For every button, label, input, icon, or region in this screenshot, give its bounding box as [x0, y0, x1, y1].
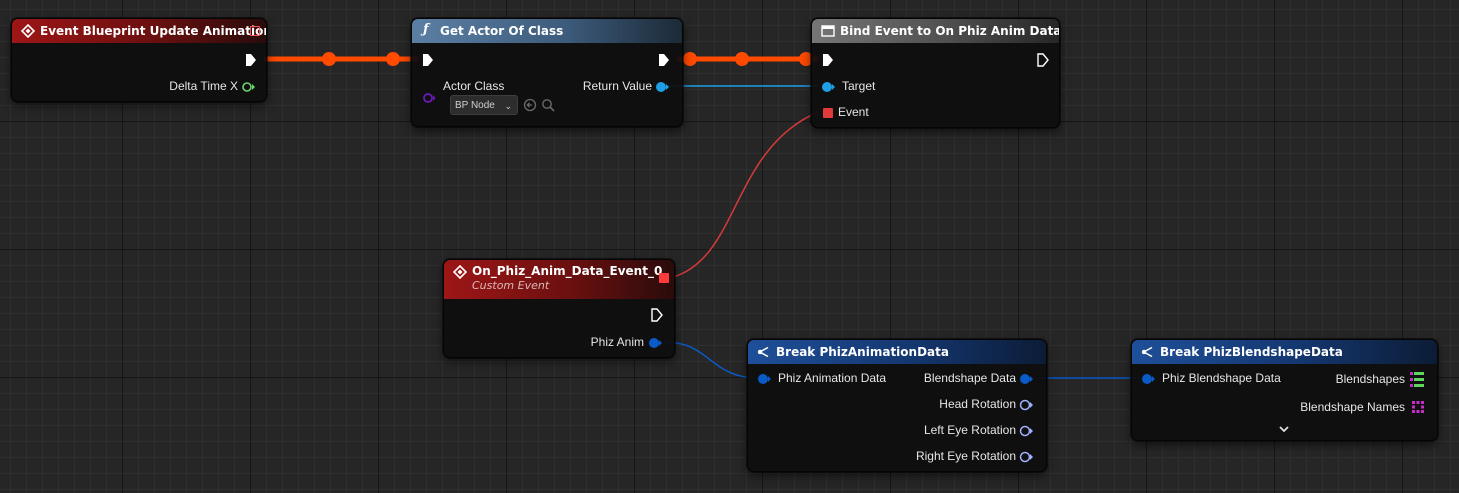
blendshapes-label: Blendshapes	[1335, 372, 1405, 386]
break-phiz-animation-data-node[interactable]: Break PhizAnimationData Phiz Animation D…	[747, 339, 1047, 472]
chevron-down-icon: ⌄	[504, 101, 512, 111]
struct-input-pin[interactable]	[1141, 373, 1156, 385]
class-input-pin[interactable]	[422, 92, 436, 104]
object-output-pin[interactable]	[655, 81, 670, 93]
left-eye-rotation-label: Left Eye Rotation	[923, 423, 1016, 437]
node-title: On_Phiz_Anim_Data_Event_0	[472, 264, 663, 278]
event-label: Event	[838, 105, 869, 119]
blendshape-data-label: Blendshape Data	[923, 371, 1016, 385]
node-title: Break PhizBlendshapeData	[1160, 345, 1343, 359]
expand-pins-chevron-icon[interactable]	[1278, 425, 1290, 433]
struct-output-pin[interactable]	[648, 337, 663, 349]
exec-input-pin[interactable]	[822, 53, 834, 67]
event-diamond-icon	[453, 265, 467, 279]
rotator-output-pin[interactable]	[1019, 425, 1034, 437]
phiz-blendshape-data-label: Phiz Blendshape Data	[1162, 371, 1281, 385]
delegate-output-pin[interactable]	[659, 273, 669, 283]
right-eye-rotation-label: Right Eye Rotation	[915, 449, 1016, 463]
node-title: Event Blueprint Update Animation	[40, 24, 267, 38]
delegate-output-pin[interactable]	[250, 26, 260, 36]
event-diamond-icon	[21, 24, 35, 38]
node-header[interactable]: Event Blueprint Update Animation	[12, 19, 266, 43]
delta-time-label: Delta Time X	[169, 79, 238, 93]
exec-input-pin[interactable]	[422, 53, 434, 67]
exec-output-pin[interactable]	[658, 53, 670, 67]
actor-class-dropdown[interactable]: BP Node ⌄	[450, 95, 518, 115]
head-rotation-label: Head Rotation	[939, 397, 1016, 411]
exec-output-pin-empty[interactable]	[1037, 53, 1049, 67]
custom-event-node[interactable]: On_Phiz_Anim_Data_Event_0 Custom Event P…	[443, 259, 675, 358]
blendshape-names-label: Blendshape Names	[1300, 400, 1405, 414]
name-array-output-pin[interactable]	[1412, 401, 1424, 413]
break-struct-icon	[757, 346, 769, 358]
phiz-anim-label: Phiz Anim	[590, 335, 644, 349]
rotator-output-pin[interactable]	[1019, 399, 1034, 411]
struct-wire-anim-to-break[interactable]	[664, 341, 759, 379]
exec-output-pin-empty[interactable]	[651, 308, 663, 322]
break-phiz-blendshape-data-node[interactable]: Break PhizBlendshapeData Phiz Blendshape…	[1131, 339, 1438, 441]
node-header[interactable]: Bind Event to On Phiz Anim Data	[812, 19, 1059, 43]
phiz-animation-data-label: Phiz Animation Data	[778, 371, 887, 385]
node-header[interactable]: Break PhizBlendshapeData	[1132, 340, 1437, 364]
exec-output-pin[interactable]	[245, 53, 257, 67]
node-subtitle: Custom Event	[472, 279, 550, 292]
delegate-input-pin[interactable]	[823, 108, 833, 118]
node-header[interactable]: ƒ Get Actor Of Class	[412, 19, 682, 43]
delegate-wire-event-to-bind[interactable]	[669, 111, 819, 279]
actor-class-label: Actor Class	[443, 79, 505, 93]
exec-wire-knot[interactable]	[322, 52, 336, 66]
exec-wire-knot[interactable]	[386, 52, 400, 66]
use-selected-asset-icon[interactable]	[523, 98, 537, 112]
return-value-label: Return Value	[582, 79, 652, 93]
float-output-pin[interactable]	[242, 81, 256, 93]
float-array-output-pin[interactable]	[1410, 372, 1425, 387]
exec-wire-knot[interactable]	[735, 52, 749, 66]
function-f-icon: ƒ	[423, 22, 429, 37]
get-actor-of-class-node[interactable]: ƒ Get Actor Of Class Actor Class BP Node…	[411, 18, 683, 127]
node-header[interactable]: Break PhizAnimationData	[748, 340, 1046, 364]
bind-event-node[interactable]: Bind Event to On Phiz Anim Data Target E…	[811, 18, 1060, 128]
browse-search-icon[interactable]	[541, 98, 555, 112]
node-header[interactable]: On_Phiz_Anim_Data_Event_0 Custom Event	[444, 260, 674, 299]
node-title: Break PhizAnimationData	[776, 345, 949, 359]
event-blueprint-update-animation-node[interactable]: Event Blueprint Update Animation Delta T…	[11, 18, 267, 102]
struct-input-pin[interactable]	[757, 373, 772, 385]
object-input-pin[interactable]	[821, 81, 836, 93]
target-label: Target	[842, 79, 876, 93]
struct-output-pin[interactable]	[1019, 373, 1034, 385]
rotator-output-pin[interactable]	[1019, 451, 1034, 463]
node-title: Get Actor Of Class	[440, 24, 564, 38]
bind-window-icon	[821, 25, 835, 37]
actor-class-value: BP Node	[455, 100, 495, 111]
exec-wire-knot[interactable]	[683, 52, 697, 66]
node-title: Bind Event to On Phiz Anim Data	[840, 24, 1060, 38]
break-struct-icon	[1141, 346, 1153, 358]
